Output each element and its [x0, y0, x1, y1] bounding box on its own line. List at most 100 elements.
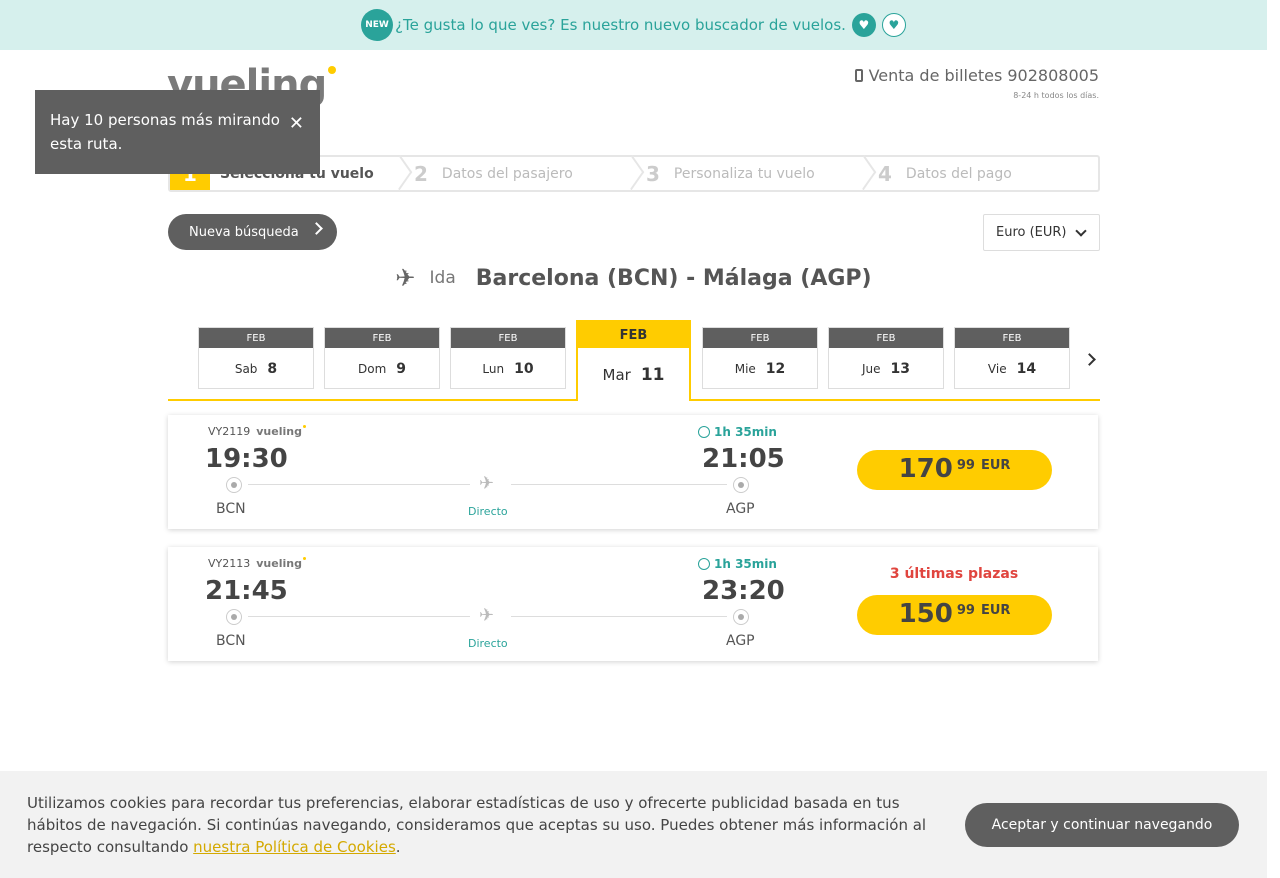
flight-route-line: ✈	[226, 605, 750, 627]
carrier-logo: vueling	[256, 425, 306, 438]
logo-dot	[328, 66, 337, 74]
date-weekday: Jue	[861, 361, 881, 376]
departure-time: 21:45	[205, 576, 288, 606]
step-payment-data: 4 Datos del pago	[866, 157, 1098, 190]
date-weekday: Mar	[602, 365, 631, 384]
date-month: FEB	[325, 328, 439, 348]
price-integer: 170	[898, 454, 953, 484]
route-title: Barcelona (BCN) - Málaga (AGP)	[475, 265, 872, 291]
departure-time: 19:30	[205, 444, 288, 474]
viewers-toast: Hay 10 personas más mirando esta ruta. ✕	[35, 90, 320, 174]
date-month: FEB	[703, 328, 817, 348]
carrier-name: vueling	[256, 425, 302, 438]
flight-code: VY2119	[208, 425, 251, 438]
close-icon[interactable]: ✕	[289, 112, 304, 136]
phone-label: Venta de billetes 902808005	[868, 66, 1099, 85]
flight-card[interactable]: VY2119 vueling 1h 35min 19:30 21:05 ✈ BC…	[168, 415, 1098, 529]
date-month: FEB	[829, 328, 943, 348]
price-currency: EUR	[980, 458, 1011, 473]
date-tab[interactable]: FEB Sab 8	[198, 327, 314, 389]
date-tab[interactable]: FEB Mie 12	[702, 327, 818, 389]
flight-duration: 1h 35min	[698, 557, 777, 571]
date-weekday: Lun	[482, 361, 505, 376]
flight-route-line: ✈	[226, 473, 750, 495]
currency-value: Euro (EUR)	[996, 225, 1067, 240]
origin-code: BCN	[216, 633, 246, 649]
promo-text: ¿Te gusta lo que ves? Es nuestro nuevo b…	[395, 16, 846, 34]
cookie-message-end: .	[395, 838, 401, 856]
destination-code: AGP	[726, 501, 755, 517]
date-selector: FEB Sab 8 FEB Dom 9 FEB Lun 10 FEB Mar 11 FE…	[168, 320, 1100, 401]
price-currency: EUR	[980, 603, 1011, 618]
accept-cookies-button[interactable]: Aceptar y continuar navegando	[965, 803, 1239, 847]
date-tab-selected[interactable]: FEB Mar 11	[576, 320, 691, 401]
chevron-down-icon	[1075, 225, 1087, 237]
destination-dot	[733, 609, 749, 625]
phone-info: Venta de billetes 902808005 8-24 h todos…	[854, 66, 1099, 100]
destination-code: AGP	[726, 633, 755, 649]
flight-duration: 1h 35min	[698, 425, 777, 439]
flight-type: Directo	[468, 637, 508, 650]
cookie-policy-link[interactable]: nuestra Política de Cookies	[193, 838, 396, 856]
step-number: 4	[878, 161, 892, 186]
arrival-time: 23:20	[702, 576, 785, 606]
chevron-right-icon[interactable]	[1083, 353, 1096, 366]
cookie-message: Utilizamos cookies para recordar tus pre…	[27, 794, 927, 856]
date-tab[interactable]: FEB Vie 14	[954, 327, 1070, 389]
promo-banner: NEW ¿Te gusta lo que ves? Es nuestro nue…	[0, 0, 1267, 50]
seats-warning: 3 últimas plazas	[889, 566, 1019, 582]
new-search-button[interactable]: Nueva búsqueda	[168, 214, 337, 250]
step-passenger-data: 2 Datos del pasajero	[402, 155, 645, 191]
cookie-banner: Utilizamos cookies para recordar tus pre…	[0, 771, 1267, 878]
date-month: FEB	[451, 328, 565, 348]
destination-dot	[733, 477, 749, 493]
duration-text: 1h 35min	[714, 557, 777, 571]
date-weekday: Sab	[234, 361, 258, 376]
carrier-name: vueling	[256, 557, 302, 570]
step-label: Datos del pasajero	[441, 165, 573, 182]
origin-dot	[226, 609, 242, 625]
route-line	[248, 616, 470, 617]
heart-icon[interactable]: ♥	[851, 13, 876, 37]
origin-code: BCN	[216, 501, 246, 517]
date-day: 9	[396, 360, 407, 377]
step-label: Personaliza tu vuelo	[673, 165, 815, 182]
flight-number: VY2113 vueling	[208, 557, 306, 570]
date-weekday: Vie	[987, 361, 1007, 376]
step-label: Datos del pago	[905, 165, 1012, 182]
clock-icon	[698, 558, 710, 570]
date-month: FEB	[199, 328, 313, 348]
flight-number: VY2119 vueling	[208, 425, 306, 438]
date-tab[interactable]: FEB Dom 9	[324, 327, 440, 389]
price-decimals: 99	[956, 603, 975, 618]
route-heading: ✈ Ida Barcelona (BCN) - Málaga (AGP)	[0, 264, 1267, 292]
currency-select[interactable]: Euro (EUR)	[983, 214, 1100, 251]
clock-icon	[698, 426, 710, 438]
date-day: 12	[765, 360, 786, 377]
flight-card[interactable]: VY2113 vueling 1h 35min 21:45 23:20 ✈ BC…	[168, 547, 1098, 661]
route-line	[511, 484, 727, 485]
price-button[interactable]: 150 99 EUR	[857, 595, 1052, 635]
date-month: FEB	[578, 322, 689, 348]
price-integer: 150	[898, 599, 953, 629]
date-day: 14	[1016, 360, 1037, 377]
date-tab[interactable]: FEB Jue 13	[828, 327, 944, 389]
step-number: 2	[414, 161, 428, 186]
phone-hours: 8-24 h todos los días.	[1013, 91, 1099, 100]
step-number: 3	[646, 161, 660, 186]
date-day: 8	[267, 360, 278, 377]
date-weekday: Mie	[734, 361, 756, 376]
flight-code: VY2113	[208, 557, 251, 570]
new-badge: NEW	[361, 9, 394, 41]
origin-dot	[226, 477, 242, 493]
date-tab[interactable]: FEB Lun 10	[450, 327, 566, 389]
date-weekday: Dom	[357, 361, 387, 376]
cookie-text: Utilizamos cookies para recordar tus pre…	[27, 792, 937, 858]
new-search-label: Nueva búsqueda	[189, 224, 299, 240]
direction-label: Ida	[429, 268, 456, 288]
mobile-phone-icon	[854, 69, 863, 82]
price-button[interactable]: 170 99 EUR	[857, 450, 1052, 490]
plane-icon: ✈	[479, 473, 495, 494]
date-day: 13	[890, 360, 910, 377]
broken-heart-icon[interactable]: ♥	[881, 13, 906, 37]
